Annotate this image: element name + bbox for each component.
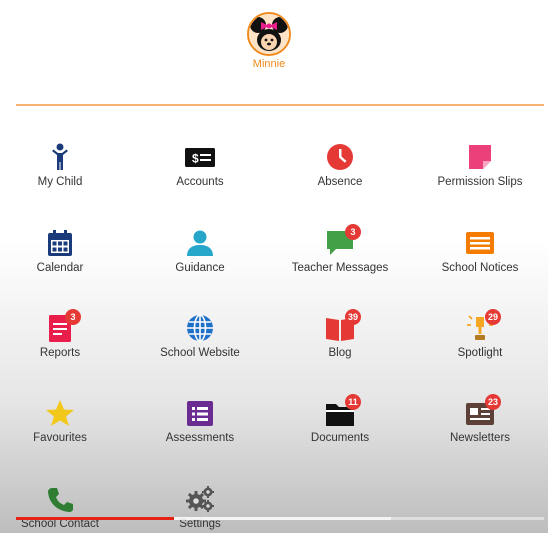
tile-label: My Child (37, 176, 83, 188)
clock-icon (324, 142, 356, 172)
book-icon: 39 (324, 309, 361, 343)
report-icon: 3 (44, 309, 81, 343)
profile-name: Minnie (252, 58, 286, 70)
tile-label: School Notices (441, 262, 519, 274)
tile-accounts[interactable]: $ Accounts (130, 142, 270, 212)
gears-icon (184, 484, 216, 514)
tile-guidance[interactable]: Guidance (130, 228, 270, 298)
tile-label: Spotlight (457, 347, 503, 359)
tile-spotlight[interactable]: 29 Spotlight (410, 309, 548, 383)
tile-label: Favourites (33, 432, 87, 444)
tile-documents[interactable]: 11 Documents (270, 394, 410, 468)
newspaper-icon: 23 (464, 394, 501, 428)
tile-assessments[interactable]: Assessments (130, 398, 270, 468)
list-icon (184, 398, 216, 428)
tile-label: Absence (317, 176, 363, 188)
header-divider (16, 104, 544, 106)
phone-icon (44, 484, 76, 514)
svg-text:$: $ (192, 152, 199, 166)
header: Minnie (0, 0, 548, 104)
money-icon: $ (184, 142, 216, 172)
tile-calendar[interactable]: Calendar (0, 228, 130, 298)
notice-icon (464, 228, 496, 258)
tile-reports[interactable]: 3 Reports (0, 309, 130, 383)
tile-school-notices[interactable]: School Notices (410, 228, 548, 298)
notification-badge: 3 (345, 224, 361, 240)
globe-icon (184, 313, 216, 343)
minnie-avatar-icon (249, 14, 289, 54)
tile-label: Accounts (176, 176, 224, 188)
note-icon (464, 142, 496, 172)
tile-label: Calendar (36, 262, 84, 274)
tile-blog[interactable]: 39 Blog (270, 309, 410, 383)
notification-badge: 29 (484, 309, 501, 325)
tile-label: Guidance (175, 262, 225, 274)
child-icon (44, 142, 76, 172)
video-progress-bar[interactable] (16, 517, 544, 520)
tile-label: Permission Slips (437, 176, 523, 188)
tile-label: Blog (328, 347, 352, 359)
person-icon (184, 228, 216, 258)
message-icon: 3 (324, 224, 361, 258)
video-played (16, 517, 175, 520)
notification-badge: 39 (344, 309, 361, 325)
tile-label: Documents (310, 432, 370, 444)
notification-badge: 23 (484, 394, 501, 410)
folder-icon: 11 (324, 394, 361, 428)
tile-teacher-messages[interactable]: 3 Teacher Messages (270, 224, 410, 298)
tile-my-child[interactable]: My Child (0, 142, 130, 212)
notification-badge: 3 (65, 309, 81, 325)
tile-label: Assessments (165, 432, 235, 444)
calendar-icon (44, 228, 76, 258)
tile-permission-slips[interactable]: Permission Slips (410, 142, 548, 212)
avatar[interactable] (247, 12, 291, 56)
tile-label: Reports (39, 347, 81, 359)
tile-label: Teacher Messages (291, 262, 389, 274)
spotlight-icon: 29 (464, 309, 501, 343)
tile-newsletters[interactable]: 23 Newsletters (410, 394, 548, 468)
tile-absence[interactable]: Absence (270, 142, 410, 212)
tile-label: School Website (160, 347, 240, 359)
star-icon (44, 398, 76, 428)
tile-favourites[interactable]: Favourites (0, 398, 130, 468)
notification-badge: 11 (345, 394, 361, 410)
tile-label: Newsletters (449, 432, 511, 444)
tile-school-website[interactable]: School Website (130, 313, 270, 383)
